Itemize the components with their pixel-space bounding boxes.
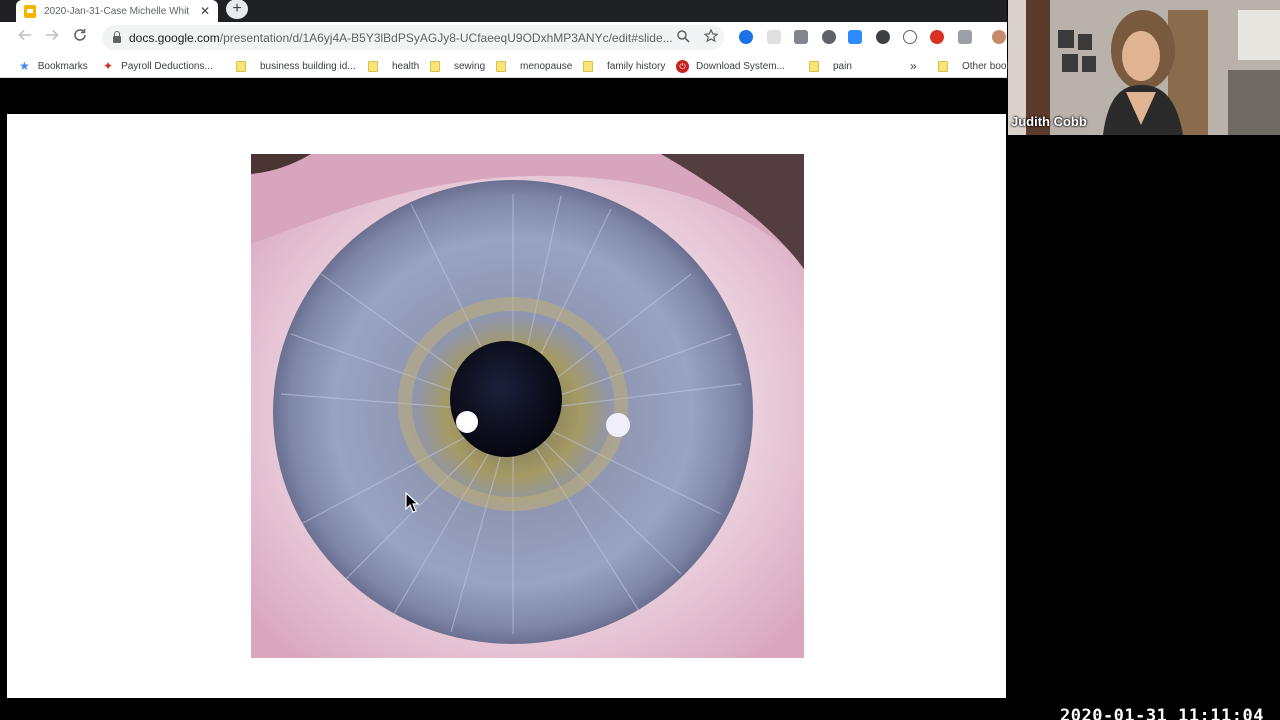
presentation-header <box>0 79 1007 114</box>
folder-icon <box>938 60 948 72</box>
extension-7-icon[interactable] <box>903 30 917 44</box>
extension-1-icon[interactable] <box>739 30 753 44</box>
extension-6-icon[interactable] <box>876 30 890 44</box>
bookmark-folder[interactable]: business building id... <box>236 58 356 74</box>
new-tab-button[interactable]: + <box>226 0 248 19</box>
recording-timestamp: 2020-01-31 11:11:04 <box>1060 706 1264 720</box>
bookmark-item[interactable]: ⏻ Download System... <box>676 58 785 74</box>
back-arrow-icon[interactable] <box>15 28 35 48</box>
extension-8-icon[interactable] <box>930 30 944 44</box>
bookmark-item[interactable]: ✦ Payroll Deductions... <box>103 58 213 74</box>
close-tab-icon[interactable]: ✕ <box>200 5 210 17</box>
bookmark-folder[interactable]: health <box>368 58 419 74</box>
tab-presentation[interactable]: 2020-Jan-31-Case Michelle Whit ✕ <box>16 0 218 22</box>
browser-window: 2020-Jan-31-Case Michelle Whit ✕ + docs.… <box>0 0 1011 720</box>
reload-icon[interactable] <box>70 28 90 48</box>
bookmark-folder[interactable]: family history <box>583 58 665 74</box>
zoom-icon[interactable] <box>676 29 690 46</box>
tab-strip: 2020-Jan-31-Case Michelle Whit ✕ + <box>0 0 1007 22</box>
url-text[interactable]: docs.google.com/presentation/d/1A6yj4A-B… <box>129 31 673 45</box>
folder-icon <box>368 60 378 72</box>
extension-4-icon[interactable] <box>822 30 836 44</box>
extension-2-icon[interactable] <box>767 30 781 44</box>
bookmarks-overflow-button[interactable]: » <box>910 58 917 74</box>
folder-icon <box>496 60 506 72</box>
bookmark-folder[interactable]: sewing <box>430 58 485 74</box>
power-icon: ⏻ <box>676 59 689 73</box>
google-slides-icon <box>24 4 36 18</box>
participant-name: Judith Cobb <box>1011 114 1087 129</box>
address-bar[interactable]: docs.google.com/presentation/d/1A6yj4A-B… <box>102 25 724 50</box>
bookmark-star-icon[interactable] <box>703 28 719 46</box>
extension-9-icon[interactable] <box>958 30 972 44</box>
maple-leaf-icon: ✦ <box>103 59 114 73</box>
folder-icon <box>236 60 246 72</box>
bookmarks-bar: ★ Bookmarks ✦ Payroll Deductions... busi… <box>0 53 1011 78</box>
extension-3-icon[interactable] <box>794 30 808 44</box>
zoom-extension-icon[interactable] <box>848 30 862 44</box>
eye-image <box>251 154 804 658</box>
mouse-pointer-icon <box>405 492 420 513</box>
bookmark-folder[interactable]: pain <box>809 58 852 74</box>
folder-icon <box>809 60 819 72</box>
iris-photo <box>251 154 804 658</box>
tab-title: 2020-Jan-31-Case Michelle Whit <box>44 5 190 17</box>
folder-icon <box>430 60 440 72</box>
star-icon: ★ <box>19 59 30 73</box>
lock-icon <box>113 31 121 43</box>
bookmark-item[interactable]: ★ Bookmarks <box>19 58 88 74</box>
browser-toolbar: docs.google.com/presentation/d/1A6yj4A-B… <box>0 22 1007 53</box>
other-bookmarks-folder[interactable]: Other book <box>938 58 1011 74</box>
bookmark-folder[interactable]: menopause <box>496 58 572 74</box>
forward-arrow-icon[interactable] <box>42 28 62 48</box>
folder-icon <box>583 60 593 72</box>
profile-avatar[interactable] <box>992 30 1006 44</box>
